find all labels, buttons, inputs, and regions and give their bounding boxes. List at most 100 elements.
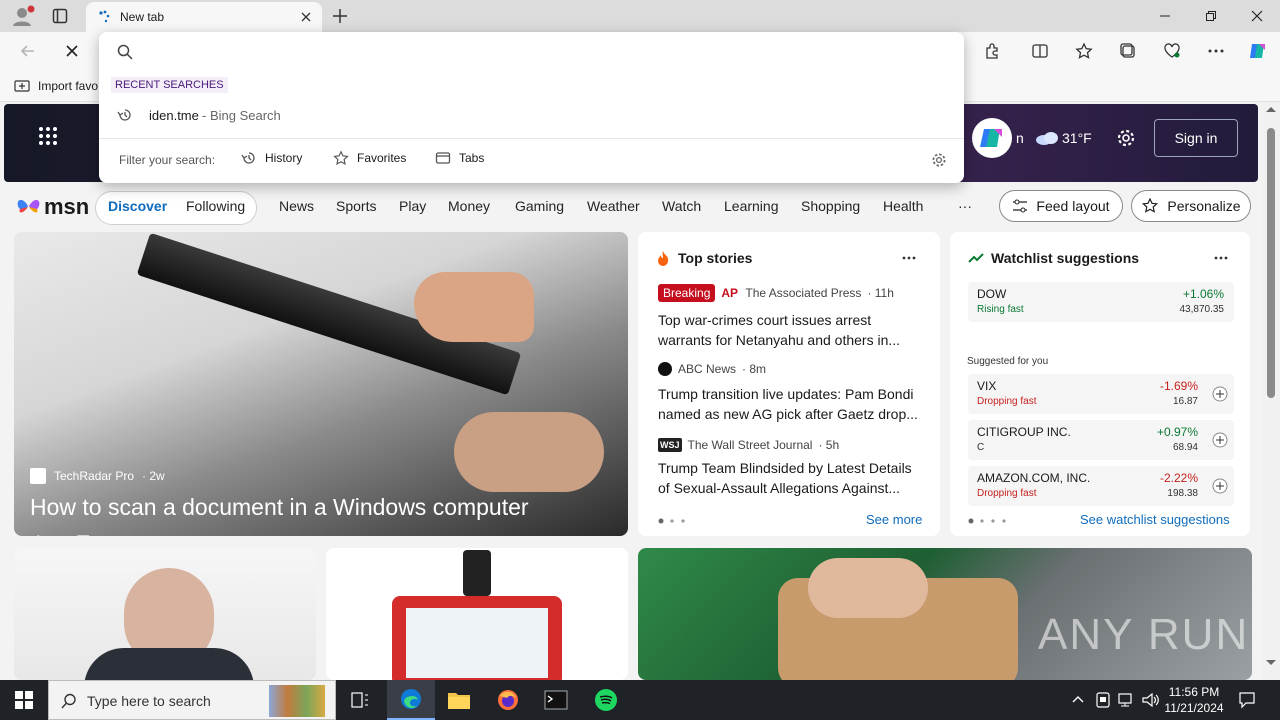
news-card-device[interactable] xyxy=(326,548,628,680)
tray-chevron-icon[interactable] xyxy=(1072,694,1084,704)
nav-more[interactable]: ··· xyxy=(958,198,972,214)
watchlist-carousel-dots[interactable] xyxy=(968,518,1010,524)
taskbar-search[interactable]: Type here to search xyxy=(48,680,336,720)
nav-watch[interactable]: Watch xyxy=(662,198,701,214)
story-2-headline-2[interactable]: named as new AG pick after Gaetz drop... xyxy=(658,404,922,424)
add-citigroup-icon[interactable] xyxy=(1212,432,1228,448)
network-icon[interactable] xyxy=(1118,692,1136,708)
dislike-button[interactable] xyxy=(76,535,92,536)
story-1-headline-2[interactable]: warrants for Netanyahu and others in... xyxy=(658,330,922,350)
story-2-headline[interactable]: Trump transition live updates: Pam Bondi xyxy=(658,384,922,404)
back-icon[interactable] xyxy=(16,40,40,62)
citigroup-ticker: C xyxy=(977,442,985,453)
watchlist-more-icon[interactable] xyxy=(1214,256,1228,260)
profile-icon[interactable] xyxy=(10,4,36,28)
msn-butterfly-icon[interactable] xyxy=(16,194,42,218)
personalize-button[interactable]: Personalize xyxy=(1131,190,1251,222)
weather-temperature[interactable]: 31°F xyxy=(1062,130,1092,146)
notification-icon[interactable] xyxy=(1238,691,1256,709)
recent-search-item[interactable]: iden.tme - Bing Search xyxy=(99,100,964,130)
watch-row-vix[interactable]: VIX Dropping fast -1.69% 16.87 xyxy=(968,374,1234,414)
extensions-icon[interactable] xyxy=(980,40,1004,62)
watch-row-citigroup[interactable]: CITIGROUP INC. C +0.97% 68.94 xyxy=(968,420,1234,460)
main-story-card[interactable]: TechRadar Pro · 2w How to scan a documen… xyxy=(14,232,628,536)
file-explorer-icon[interactable] xyxy=(435,680,483,720)
top-stories-more-icon[interactable] xyxy=(902,256,916,260)
filter-history-button[interactable]: History xyxy=(241,150,302,166)
like-button[interactable]: 11 xyxy=(30,535,62,536)
minimize-icon[interactable] xyxy=(1142,0,1188,32)
page-scrollbar[interactable] xyxy=(1262,102,1280,680)
nav-news[interactable]: News xyxy=(279,198,314,214)
citigroup-change: +0.97% xyxy=(1156,425,1198,439)
nav-sports[interactable]: Sports xyxy=(336,198,376,214)
story-1-headline[interactable]: Top war-crimes court issues arrest xyxy=(658,310,922,330)
msn-brand[interactable]: msn xyxy=(44,194,89,220)
tab-actions-icon[interactable] xyxy=(52,8,68,24)
nav-shopping[interactable]: Shopping xyxy=(801,198,860,214)
nav-health[interactable]: Health xyxy=(883,198,923,214)
collections-icon[interactable] xyxy=(1116,40,1140,62)
import-favorites-link[interactable]: Import favo xyxy=(38,79,98,93)
feed-layout-button[interactable]: Feed layout xyxy=(999,190,1123,222)
story-3-headline[interactable]: Trump Team Blindsided by Latest Details xyxy=(658,458,922,478)
scroll-down-icon[interactable] xyxy=(1266,660,1276,666)
filter-favorites-button[interactable]: Favorites xyxy=(333,150,406,166)
nav-gaming[interactable]: Gaming xyxy=(515,198,564,214)
address-input[interactable] xyxy=(141,38,941,66)
nav-money[interactable]: Money xyxy=(448,198,490,214)
sign-in-button[interactable]: Sign in xyxy=(1154,119,1238,157)
see-watchlist-link[interactable]: See watchlist suggestions xyxy=(1080,512,1230,527)
settings-more-icon[interactable] xyxy=(1204,40,1228,62)
story-3-headline-2[interactable]: of Sexual-Assault Allegations Against... xyxy=(658,478,922,498)
main-story-title[interactable]: How to scan a document in a Windows comp… xyxy=(30,494,610,521)
app-launcher-icon[interactable] xyxy=(38,126,58,146)
start-button[interactable] xyxy=(0,680,48,720)
news-card-person[interactable] xyxy=(14,548,316,680)
favorites-icon[interactable] xyxy=(1072,40,1096,62)
terminal-icon[interactable] xyxy=(532,680,580,720)
trend-up-icon xyxy=(968,252,984,264)
device-screen-image xyxy=(406,608,548,678)
spotify-icon[interactable] xyxy=(582,680,630,720)
nav-learning[interactable]: Learning xyxy=(724,198,779,214)
add-vix-icon[interactable] xyxy=(1212,386,1228,402)
nav-weather[interactable]: Weather xyxy=(587,198,640,214)
comment-button[interactable] xyxy=(106,535,124,536)
tab-strip: New tab xyxy=(0,0,1280,32)
volume-icon[interactable] xyxy=(1142,692,1160,708)
firefox-icon[interactable] xyxy=(484,680,532,720)
split-screen-icon[interactable] xyxy=(1028,40,1052,62)
scroll-up-icon[interactable] xyxy=(1266,106,1276,112)
tab-following[interactable]: Following xyxy=(186,198,245,214)
filter-tabs-label: Tabs xyxy=(459,151,485,165)
edge-taskbar-icon[interactable] xyxy=(387,680,435,720)
nav-play[interactable]: Play xyxy=(399,198,426,214)
close-window-icon[interactable] xyxy=(1234,0,1280,32)
see-more-link[interactable]: See more xyxy=(866,512,922,527)
new-tab-icon[interactable] xyxy=(332,8,348,24)
carousel-dots[interactable] xyxy=(658,518,688,524)
tray-device-icon[interactable] xyxy=(1096,692,1110,708)
news-card-food[interactable]: ANY RUN xyxy=(638,548,1252,680)
watch-row-amazon[interactable]: AMAZON.COM, INC. Dropping fast -2.22% 19… xyxy=(968,466,1234,506)
close-tab-icon[interactable] xyxy=(300,11,312,23)
copilot-hero-icon[interactable] xyxy=(972,118,1012,158)
dropdown-settings-icon[interactable] xyxy=(931,152,947,168)
amazon-value: 198.38 xyxy=(1167,488,1198,499)
tab-new-tab[interactable]: New tab xyxy=(86,2,322,32)
settings-gear-icon[interactable] xyxy=(1116,128,1136,148)
scrollbar-thumb[interactable] xyxy=(1267,128,1275,398)
msn-page: n 31°F Sign in msn Discover Following Ne… xyxy=(0,102,1262,680)
task-view-icon[interactable] xyxy=(336,680,384,720)
filter-tabs-button[interactable]: Tabs xyxy=(435,150,484,166)
add-amazon-icon[interactable] xyxy=(1212,478,1228,494)
stop-loading-icon[interactable] xyxy=(60,40,84,62)
restore-icon[interactable] xyxy=(1188,0,1234,32)
clock[interactable]: 11:56 PM 11/21/2024 xyxy=(1164,684,1224,716)
tab-discover[interactable]: Discover xyxy=(108,198,167,214)
browser-essentials-icon[interactable] xyxy=(1160,40,1184,62)
copilot-icon[interactable] xyxy=(1246,40,1270,62)
watch-row-dow[interactable]: DOW Rising fast +1.06% 43,870.35 xyxy=(968,282,1234,322)
personalize-label: Personalize xyxy=(1167,198,1241,214)
